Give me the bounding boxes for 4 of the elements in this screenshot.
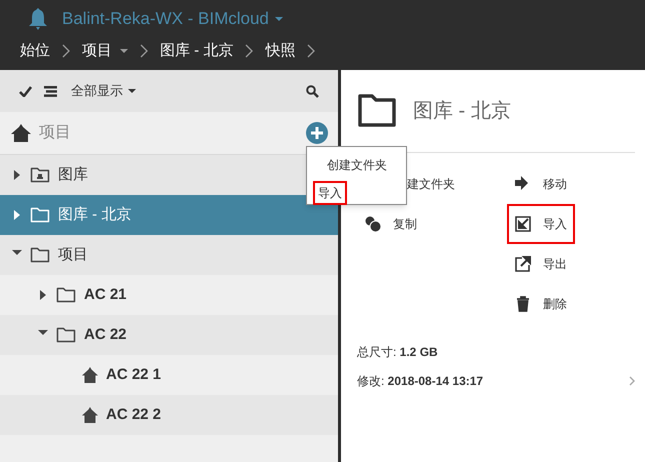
root-label: 项目 (39, 123, 71, 143)
info-text: 总尺寸: 1.2 GB (357, 344, 438, 361)
info-text: 修改: 2018-08-14 13:17 (357, 373, 484, 390)
folder-title: 图库 - 北京 (413, 99, 511, 124)
